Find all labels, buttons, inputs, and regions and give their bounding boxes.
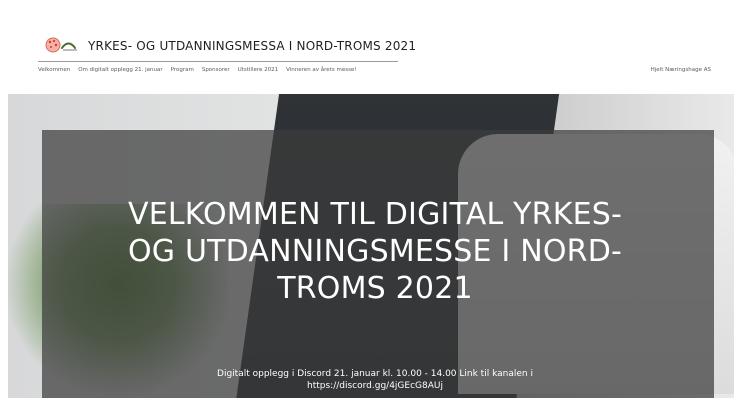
nav-item-om-digitalt-opplegg[interactable]: Om digitalt opplegg 21. januar — [78, 67, 162, 79]
nav-item-program[interactable]: Program — [171, 67, 194, 79]
nav-item-vinneren[interactable]: Vinneren av årets messe! — [286, 67, 356, 79]
header-divider — [38, 61, 398, 62]
nav-right-link[interactable]: Hjelt Næringshage AS — [651, 67, 711, 73]
nav-item-utstillere[interactable]: Utstillere 2021 — [238, 67, 278, 79]
event-logo-icon[interactable] — [44, 36, 84, 54]
nav-item-sponsorer[interactable]: Sponsorer — [202, 67, 230, 79]
main-navigation: Velkommen Om digitalt opplegg 21. januar… — [38, 67, 357, 79]
hero-title: VELKOMMEN TIL DIGITAL YRKES- OG UTDANNIN… — [127, 197, 623, 306]
site-title[interactable]: YRKES- OG UTDANNINGSMESSA I NORD-TROMS 2… — [88, 39, 416, 53]
top-whitespace — [0, 0, 734, 12]
hero-subtitle: Digitalt opplegg i Discord 21. januar kl… — [217, 369, 533, 391]
nav-item-velkommen[interactable]: Velkommen — [38, 67, 70, 79]
